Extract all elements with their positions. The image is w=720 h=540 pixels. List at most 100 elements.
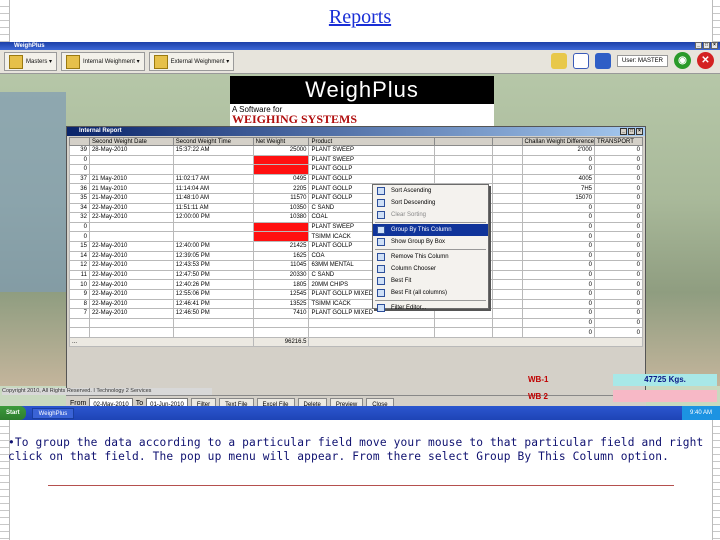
table-row[interactable]: 00 bbox=[69, 327, 643, 338]
table-cell: 0 bbox=[521, 212, 596, 223]
table-row[interactable]: 14 22-May-2010 12:39:05 PM 1625 COA 0 0 bbox=[69, 250, 643, 262]
table-cell bbox=[434, 173, 493, 185]
table-cell: 12:46:50 PM bbox=[172, 308, 254, 319]
menu-item-label: Best Fit bbox=[391, 278, 412, 284]
masters-menu-button[interactable]: Masters ▾ bbox=[4, 52, 58, 71]
menu-separator bbox=[375, 249, 486, 250]
table-cell: 0495 bbox=[252, 173, 310, 185]
table-row[interactable]: 12 22-May-2010 12:43:53 PM 11045 63MM MENTAL… bbox=[69, 260, 643, 271]
table-cell: 12:39:05 PM bbox=[172, 250, 254, 262]
column-header[interactable]: Second Weight Time bbox=[172, 137, 254, 146]
table-row[interactable]: 39 28-May-2010 15:37:22 AM 25000 PLANT SWEEP… bbox=[69, 145, 643, 156]
context-menu-item[interactable]: Sort Ascending bbox=[373, 185, 488, 197]
menu-item-label: Filter Editor... bbox=[391, 305, 427, 311]
table-row[interactable]: 10 22-May-2010 12:40:26 PM 1805 20MM CHIPS 0 0 bbox=[69, 279, 643, 290]
table-cell: 15:37:22 AM bbox=[172, 145, 254, 156]
wb2-label: WB 2 bbox=[528, 392, 548, 401]
table-cell bbox=[491, 327, 523, 338]
slide-title-link[interactable]: Reports bbox=[0, 6, 720, 29]
table-cell: 37 bbox=[69, 173, 90, 185]
external-weighment-button[interactable]: External Weighment ▾ bbox=[148, 52, 235, 71]
report-close-button[interactable]: × bbox=[636, 128, 643, 135]
table-cell: 0 bbox=[594, 202, 643, 214]
refresh-icon[interactable]: ◉ bbox=[674, 52, 691, 69]
copyright-text: Copyright 2010, All Rights Reserved. I T… bbox=[2, 388, 212, 395]
maximize-button[interactable]: □ bbox=[703, 42, 710, 49]
column-header[interactable] bbox=[434, 137, 493, 146]
table-row[interactable]: 34 22-May-2010 11:51:11 AM 10350 C SAND 0 0 bbox=[69, 202, 643, 214]
context-menu-item[interactable]: Column Chooser bbox=[373, 263, 488, 275]
table-cell: 0 bbox=[521, 327, 596, 338]
table-row[interactable]: 0 PLANT SWEEP 0 0 bbox=[69, 154, 643, 166]
table-cell bbox=[172, 317, 254, 329]
table-row[interactable]: 0 PLANT GOLLP 0 0 bbox=[69, 164, 643, 175]
exit-icon[interactable]: ✕ bbox=[697, 52, 714, 69]
table-row[interactable]: 15 22-May-2010 12:40:00 PM 21425 PLANT GOLLP… bbox=[69, 240, 643, 252]
table-row[interactable]: 11 22-May-2010 12:47:50 PM 20330 C SAND 0 0 bbox=[69, 269, 643, 281]
internal-weighment-button[interactable]: Internal Weighment ▾ bbox=[61, 52, 145, 71]
table-cell bbox=[434, 164, 493, 175]
column-header[interactable] bbox=[491, 137, 523, 146]
context-menu-item[interactable]: Clear Sorting bbox=[373, 209, 488, 221]
external-weighment-icon bbox=[153, 54, 168, 69]
menu-item-icon bbox=[377, 253, 385, 261]
app-title-bar: WeighPlus _ □ × bbox=[0, 42, 720, 50]
wb2-value bbox=[613, 390, 717, 402]
column-header[interactable]: Product bbox=[308, 137, 436, 146]
context-menu-item[interactable]: Remove This Column bbox=[373, 251, 488, 263]
table-row[interactable]: 0 PLANT SWEEP 0 0 bbox=[69, 221, 643, 233]
table-cell bbox=[172, 154, 254, 166]
table-row[interactable]: 37 21 May-2010 11:02:17 AM 0495 PLANT GOLLP 4… bbox=[69, 173, 643, 185]
table-row[interactable]: 36 21 May-2010 11:14:04 AM 2205 PLANT GOLLP 7… bbox=[69, 183, 643, 194]
table-cell bbox=[88, 154, 174, 166]
key-icon[interactable] bbox=[550, 52, 567, 69]
table-cell: 0 bbox=[521, 269, 596, 281]
table-cell bbox=[88, 317, 174, 329]
column-header[interactable] bbox=[69, 137, 90, 146]
table-cell: 0 bbox=[69, 231, 90, 242]
table-row[interactable]: 9 22-May-2010 12:55:06 PM 12545 PLANT GOLLP … bbox=[69, 288, 643, 300]
column-header[interactable]: Challan Weight Difference bbox=[521, 137, 596, 146]
internal-weighment-icon bbox=[66, 54, 81, 69]
context-menu-item[interactable]: Show Group By Box bbox=[373, 236, 488, 248]
table-row[interactable]: 7 22-May-2010 12:46:50 PM 7410 PLANT GOLLP M… bbox=[69, 308, 643, 319]
report-maximize-button[interactable]: □ bbox=[628, 128, 635, 135]
context-menu-item[interactable]: Group By This Column bbox=[373, 224, 488, 236]
report-title-bar: Internal Report _ □ × bbox=[67, 127, 645, 136]
menu-item-icon bbox=[377, 199, 385, 207]
checklist-icon[interactable] bbox=[572, 52, 589, 69]
table-cell bbox=[491, 231, 523, 242]
table-cell: 21425 bbox=[252, 240, 310, 252]
context-menu-item[interactable]: Sort Descending bbox=[373, 197, 488, 209]
context-menu-item[interactable]: Best Fit bbox=[373, 275, 488, 287]
column-header[interactable]: Second Weight Date bbox=[88, 137, 174, 146]
column-header[interactable]: Net Weight bbox=[252, 137, 310, 146]
table-cell bbox=[491, 183, 523, 194]
table-row[interactable]: 35 21-May-2010 11:48:10 AM 11570 PLANT GOLLP… bbox=[69, 192, 643, 204]
table-cell: 20330 bbox=[252, 269, 310, 281]
table-cell: 0 bbox=[594, 269, 643, 281]
logo-wordmark: WeighPlus bbox=[230, 76, 494, 104]
table-cell: 0 bbox=[594, 192, 643, 204]
close-window-button[interactable]: × bbox=[711, 42, 718, 49]
table-cell: 0 bbox=[594, 298, 643, 310]
report-minimize-button[interactable]: _ bbox=[620, 128, 627, 135]
table-row[interactable]: 32 22-May-2010 12:00:00 PM 10380 COAL 0 0 bbox=[69, 212, 643, 223]
start-button[interactable]: Start bbox=[0, 406, 26, 420]
context-menu-item[interactable]: Best Fit (all columns) bbox=[373, 287, 488, 299]
table-row[interactable]: 8 22-May-2010 12:46:41 PM 13525 TSIMM ICACK 0… bbox=[69, 298, 643, 310]
table-cell: 11:48:10 AM bbox=[172, 192, 254, 204]
table-cell: 39 bbox=[69, 145, 90, 156]
table-cell: 0 bbox=[69, 154, 90, 166]
menu-item-label: Clear Sorting bbox=[391, 212, 427, 218]
taskbar-weighplus[interactable]: WeighPlus bbox=[31, 407, 75, 419]
minimize-button[interactable]: _ bbox=[695, 42, 702, 49]
table-cell: 21-May-2010 bbox=[88, 192, 174, 204]
table-cell bbox=[88, 327, 174, 338]
table-row[interactable]: 00 bbox=[69, 317, 643, 329]
save-icon[interactable] bbox=[594, 52, 611, 69]
column-header[interactable]: TRANSPORT bbox=[594, 137, 643, 146]
table-row[interactable]: 0 TSIMM ICACK 0 0 bbox=[69, 231, 643, 242]
context-menu-item[interactable]: Filter Editor... bbox=[373, 302, 488, 314]
table-cell: 25000 bbox=[252, 145, 310, 156]
